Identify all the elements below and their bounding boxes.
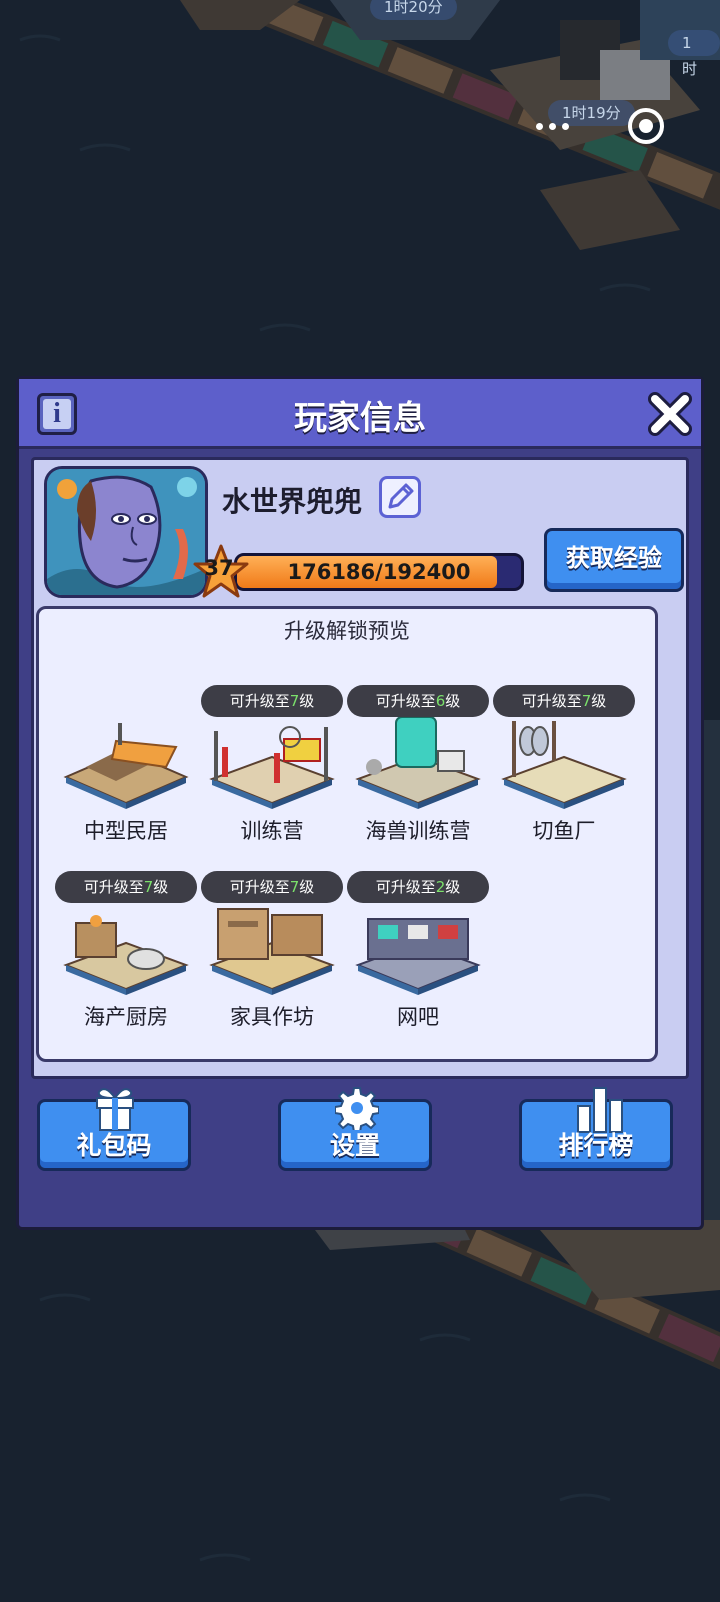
ranking-button[interactable]: 排行榜 <box>519 1087 673 1171</box>
internet-cafe-icon <box>355 918 481 995</box>
upgrade-tag: 可升级至7级 <box>201 871 343 903</box>
dialog-header: i 玩家信息 <box>19 379 701 449</box>
gear-icon <box>335 1087 379 1130</box>
building-card[interactable]: 可升级至7级 海产厨房 <box>53 871 199 1051</box>
building-name: 训练营 <box>240 819 304 843</box>
building-card[interactable]: 可升级至7级 家具作坊 <box>199 871 345 1051</box>
exp-progress-bar: 176186/192400 <box>234 553 524 591</box>
preview-title: 升级解锁预览 <box>284 619 410 643</box>
pencil-icon <box>388 483 414 509</box>
ranking-label: 排行榜 <box>558 1131 634 1160</box>
upgrade-tag: 可升级至2级 <box>347 871 489 903</box>
furniture-workshop-icon <box>209 908 335 995</box>
timer-badge: 1时 <box>668 30 720 78</box>
edit-name-button[interactable] <box>379 476 421 518</box>
building-name: 切鱼厂 <box>532 819 596 843</box>
building-card[interactable]: 中型民居 <box>53 685 199 865</box>
upgrade-tag: 可升级至7级 <box>55 871 197 903</box>
building-name: 家具作坊 <box>230 1005 314 1029</box>
building-name: 中型民居 <box>84 819 168 843</box>
upgrade-tag: 可升级至7级 <box>493 685 635 717</box>
target-icon[interactable] <box>628 108 664 144</box>
player-name: 水世界兜兜 <box>222 485 363 518</box>
gift-code-button[interactable]: 礼包码 <box>37 1088 191 1171</box>
settings-label: 设置 <box>329 1131 380 1160</box>
upgrade-unlock-preview: 升级解锁预览 中型民居 可升级至7级 训练营 可升级至6级 海兽训练营 可升级至… <box>36 606 658 1062</box>
seafood-kitchen-icon <box>63 915 189 995</box>
house-icon <box>63 723 189 809</box>
upgrade-tag: 可升级至7级 <box>201 685 343 717</box>
building-name: 海产厨房 <box>84 1005 168 1029</box>
sea-beast-camp-icon <box>355 717 481 809</box>
close-icon <box>648 392 692 436</box>
more-dots-icon[interactable] <box>534 114 574 138</box>
building-card[interactable]: 可升级至6级 海兽训练营 <box>345 685 491 865</box>
player-level: 37 <box>204 556 234 580</box>
building-card[interactable]: 可升级至7级 训练营 <box>199 685 345 865</box>
dialog-title: 玩家信息 <box>294 398 426 437</box>
dialog-body: 水世界兜兜 176186/192400 37 获取经验 升级解锁预览 中型民居 … <box>31 457 689 1079</box>
exp-progress-text: 176186/192400 <box>287 560 471 584</box>
close-button[interactable] <box>645 389 695 439</box>
settings-button[interactable]: 设置 <box>278 1087 432 1171</box>
building-card[interactable]: 可升级至7级 切鱼厂 <box>491 685 637 865</box>
player-info-dialog: i 玩家信息 水世界兜兜 176186/192400 37 获取经验 升级解锁预… <box>16 376 704 1230</box>
timer-badge: 1时20分 <box>370 0 457 20</box>
capsule-controls <box>530 106 680 146</box>
building-name: 网吧 <box>397 1005 439 1029</box>
building-card[interactable]: 可升级至2级 网吧 <box>345 871 491 1051</box>
avatar[interactable] <box>44 466 208 598</box>
training-camp-icon <box>209 726 335 809</box>
upgrade-tag: 可升级至6级 <box>347 685 489 717</box>
get-exp-button[interactable]: 获取经验 <box>544 528 684 592</box>
building-name: 海兽训练营 <box>365 819 471 843</box>
gift-code-label: 礼包码 <box>76 1131 152 1160</box>
fish-factory-icon <box>501 721 627 809</box>
